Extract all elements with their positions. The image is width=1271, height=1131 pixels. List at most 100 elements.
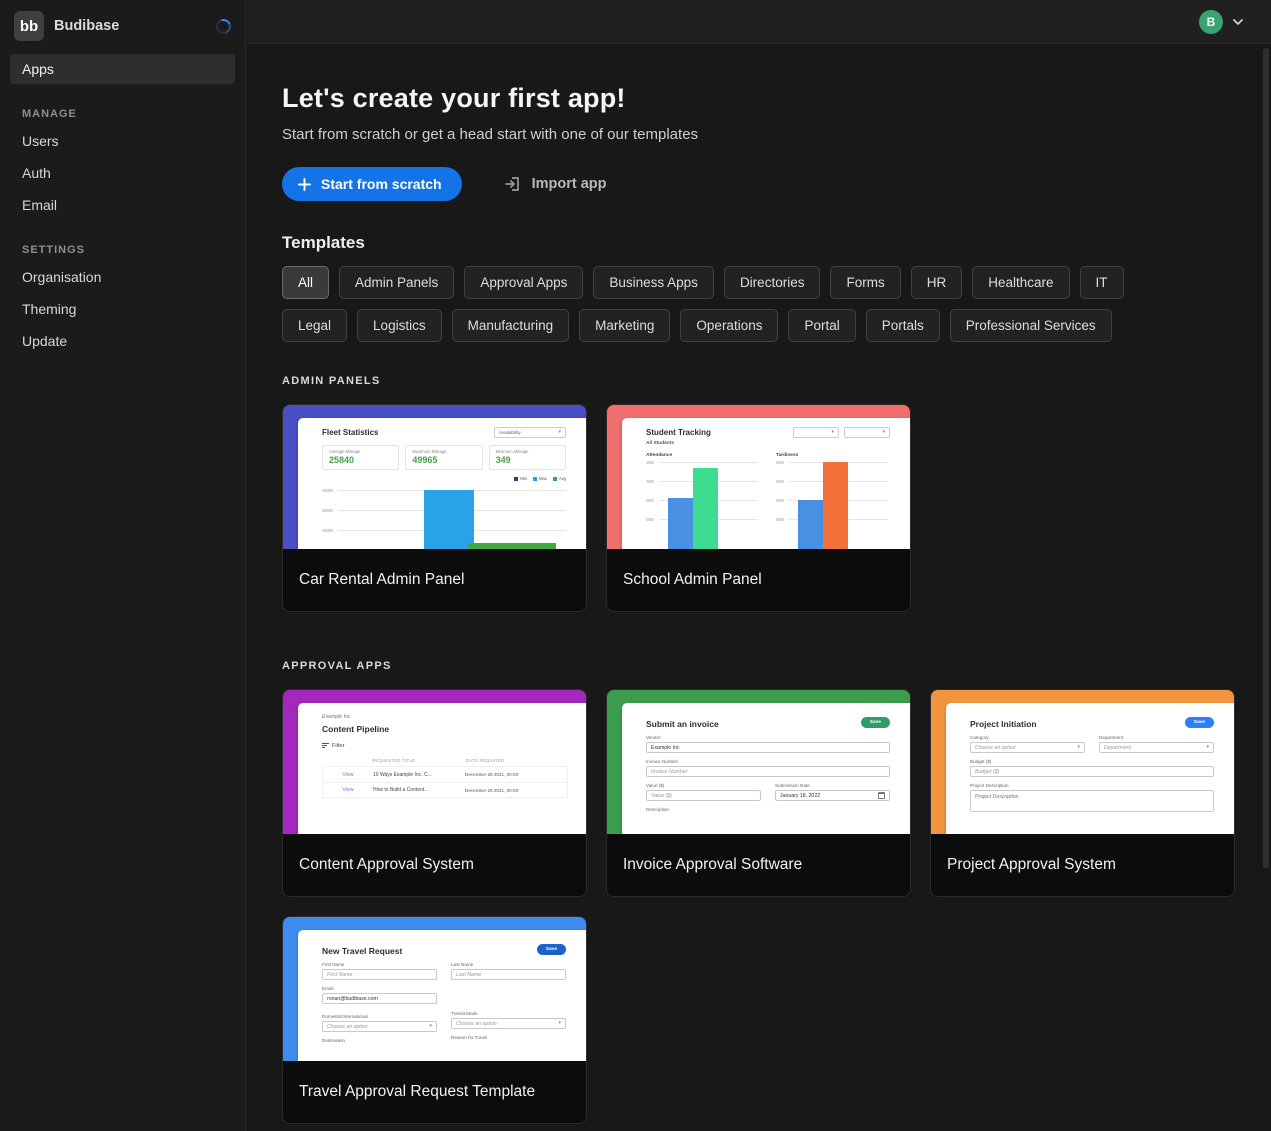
mock-save-button: Save [1185, 717, 1214, 728]
mock-tardiness-chart: Tardiness [776, 446, 888, 538]
filter-chip-forms[interactable]: Forms [830, 266, 900, 299]
filter-lines-icon [322, 743, 329, 749]
mock-project-form: Project Initiation Save Category Choose … [946, 703, 1234, 834]
import-app-label: Import app [532, 176, 607, 192]
filter-chip-healthcare[interactable]: Healthcare [972, 266, 1069, 299]
card-title: Travel Approval Request Template [283, 1061, 586, 1123]
template-card-car-rental-admin-panel[interactable]: Fleet Statistics Availability▾ Average M… [282, 404, 587, 612]
sidebar-item-apps[interactable]: Apps [10, 54, 235, 84]
mock-student-dashboard: Student Tracking ▾ ▾ All Students Attend… [622, 418, 910, 549]
mock-invoice-form: Submit an invoice Save Vendor Example In… [622, 703, 910, 834]
template-card-travel-approval-request[interactable]: New Travel Request Save First Name First… [282, 916, 587, 1124]
card-thumbnail: Fleet Statistics Availability▾ Average M… [283, 405, 586, 549]
template-card-school-admin-panel[interactable]: Student Tracking ▾ ▾ All Students Attend… [606, 404, 911, 612]
templates-heading: Templates [282, 233, 1271, 253]
filter-chip-business-apps[interactable]: Business Apps [593, 266, 714, 299]
mock-travel-form: New Travel Request Save First Name First… [298, 930, 586, 1061]
filter-chip-admin-panels[interactable]: Admin Panels [339, 266, 454, 299]
mock-dropdown: ▾ [844, 427, 890, 438]
sidebar: bb Budibase Apps MANAGE Users Auth Email… [0, 0, 246, 1131]
admin-panels-cards: Fleet Statistics Availability▾ Average M… [282, 404, 1271, 612]
page-title: Let's create your first app! [282, 83, 1271, 114]
sidebar-group-manage: MANAGE [22, 108, 223, 120]
user-menu-chevron-down-icon[interactable] [1231, 15, 1245, 29]
topbar: B [247, 0, 1271, 44]
calendar-icon [878, 792, 885, 799]
scrollbar-thumb[interactable] [1263, 48, 1269, 868]
mock-save-button: Save [537, 944, 566, 955]
mock-stat-maximum-mileage: Maximum Mileage 49965 [405, 445, 482, 470]
card-thumbnail: New Travel Request Save First Name First… [283, 917, 586, 1061]
filter-chip-approval-apps[interactable]: Approval Apps [464, 266, 583, 299]
mock-table-row: View How to Build a Content... December … [322, 782, 568, 798]
sidebar-group-settings: SETTINGS [22, 244, 223, 256]
mock-title: Student Tracking [646, 428, 711, 437]
section-heading-approval-apps: APPROVAL APPS [282, 660, 1271, 672]
filter-chip-marketing[interactable]: Marketing [579, 309, 670, 342]
card-title: Car Rental Admin Panel [283, 549, 586, 611]
mock-content-pipeline: Example Inc Content Pipeline Filter REQU… [298, 703, 586, 834]
sidebar-item-theming[interactable]: Theming [10, 294, 235, 324]
user-avatar[interactable]: B [1199, 10, 1223, 34]
filter-chip-it[interactable]: IT [1080, 266, 1124, 299]
mock-attendance-chart: Attendance [646, 446, 758, 538]
mock-chart-legend: Min Max Avg [322, 476, 566, 481]
logo-row: bb Budibase [0, 0, 245, 52]
card-title: Content Approval System [283, 834, 586, 896]
sidebar-item-organisation[interactable]: Organisation [10, 262, 235, 292]
hero-actions: Start from scratch Import app [282, 167, 1271, 201]
filter-chip-operations[interactable]: Operations [680, 309, 778, 342]
mock-table: REQUESTED TITLE DATE REQUIRED View 10 Wa… [322, 755, 568, 798]
sidebar-item-email[interactable]: Email [10, 190, 235, 220]
filter-chip-directories[interactable]: Directories [724, 266, 821, 299]
mock-table-row: View 10 Ways Example Inc. C... December … [322, 766, 568, 782]
card-thumbnail: Submit an invoice Save Vendor Example In… [607, 690, 910, 834]
mock-company: Example Inc [322, 714, 568, 720]
filter-chip-all[interactable]: All [282, 266, 329, 299]
mock-stat-minimum-mileage: Minimum Mileage 349 [489, 445, 566, 470]
template-card-project-approval-system[interactable]: Project Initiation Save Category Choose … [930, 689, 1235, 897]
budibase-logo-icon: bb [14, 11, 44, 41]
start-from-scratch-button[interactable]: Start from scratch [282, 167, 462, 201]
loading-spinner-icon [214, 16, 234, 36]
brand-name: Budibase [54, 18, 216, 34]
mock-fleet-dashboard: Fleet Statistics Availability▾ Average M… [298, 418, 586, 549]
sidebar-item-users[interactable]: Users [10, 126, 235, 156]
plus-icon [297, 177, 312, 192]
sidebar-item-update[interactable]: Update [10, 326, 235, 356]
card-thumbnail: Example Inc Content Pipeline Filter REQU… [283, 690, 586, 834]
import-app-button[interactable]: Import app [504, 175, 607, 193]
filter-chip-hr[interactable]: HR [911, 266, 963, 299]
card-thumbnail: Student Tracking ▾ ▾ All Students Attend… [607, 405, 910, 549]
page-subtitle: Start from scratch or get a head start w… [282, 126, 1271, 143]
mock-bar-chart [322, 484, 566, 544]
template-card-content-approval-system[interactable]: Example Inc Content Pipeline Filter REQU… [282, 689, 587, 897]
filter-chip-portals[interactable]: Portals [866, 309, 940, 342]
filter-chip-manufacturing[interactable]: Manufacturing [452, 309, 570, 342]
template-card-invoice-approval-software[interactable]: Submit an invoice Save Vendor Example In… [606, 689, 911, 897]
logo-text: bb [20, 18, 38, 35]
template-filters: All Admin Panels Approval Apps Business … [282, 266, 1187, 342]
filter-chip-portal[interactable]: Portal [788, 309, 855, 342]
start-from-scratch-label: Start from scratch [321, 176, 442, 192]
mock-availability-dropdown: Availability▾ [494, 427, 566, 438]
mock-bar-max [424, 490, 474, 549]
main-content: Let's create your first app! Start from … [247, 45, 1271, 1131]
sidebar-item-auth[interactable]: Auth [10, 158, 235, 188]
mock-filter-button: Filter [322, 743, 568, 749]
mock-title: Project Initiation [970, 719, 1037, 729]
filter-chip-logistics[interactable]: Logistics [357, 309, 442, 342]
filter-chip-legal[interactable]: Legal [282, 309, 347, 342]
mock-title: Submit an invoice [646, 719, 719, 729]
card-title: School Admin Panel [607, 549, 910, 611]
filter-chip-professional-services[interactable]: Professional Services [950, 309, 1112, 342]
mock-title: Content Pipeline [322, 724, 568, 734]
mock-bar-avg [468, 543, 556, 549]
mock-save-button: Save [861, 717, 890, 728]
mock-dropdown: ▾ [793, 427, 839, 438]
card-title: Invoice Approval Software [607, 834, 910, 896]
mock-description-textarea [970, 790, 1214, 812]
mock-stat-average-mileage: Average Mileage 25840 [322, 445, 399, 470]
import-icon [504, 175, 522, 193]
mock-title: Fleet Statistics [322, 428, 378, 437]
